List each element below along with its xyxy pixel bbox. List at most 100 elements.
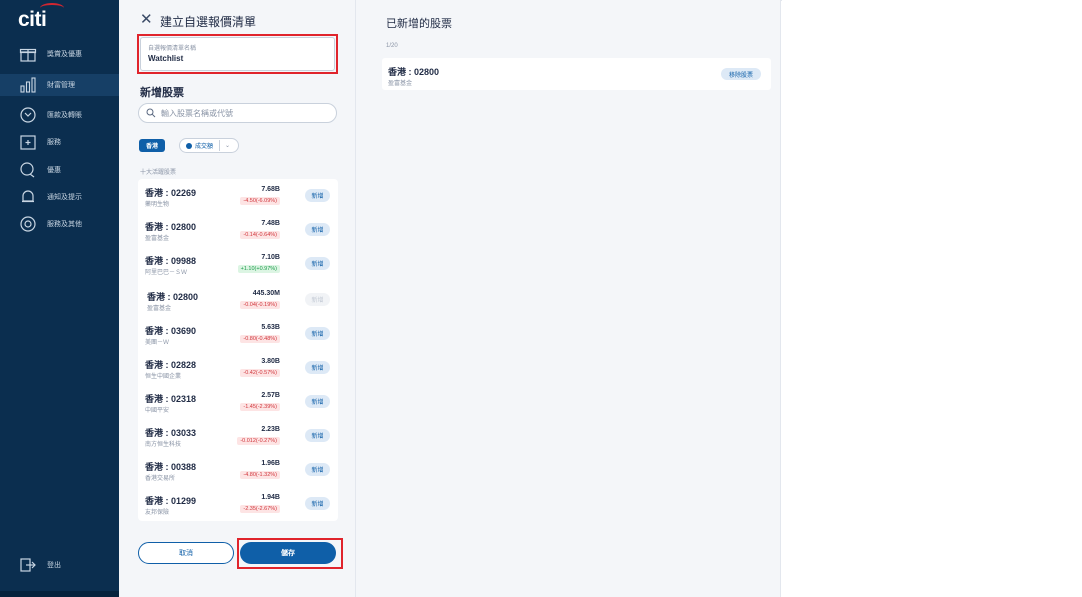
stock-name: 美團－Ｗ	[145, 340, 170, 346]
stock-name: 友邦保險	[145, 510, 170, 516]
sidebar-item-label: 獎賞及優惠	[47, 51, 82, 58]
list-item: 香港 : 01299 友邦保險 1.94B -2.35(-2.67%) 新增	[138, 487, 338, 521]
watchlist-name-field[interactable]: 自選報價清單名稱 Watchlist	[140, 37, 335, 71]
sidebar-item-label: 服務	[47, 139, 61, 146]
stock-volume: 5.63B	[261, 324, 280, 331]
list-item: 香港 : 03690 美團－Ｗ 5.63B -0.80(-0.48%) 新增	[138, 317, 338, 351]
sort-label: 成交額	[195, 144, 214, 150]
currency-icon	[19, 106, 37, 124]
stock-name: 阿里巴巴－ＳＷ	[145, 270, 188, 276]
chevron-down-icon: ⌄	[225, 143, 231, 149]
add-stock-button-disabled[interactable]: 新增	[305, 293, 330, 306]
sort-dropdown[interactable]: 成交額 ⌄	[179, 138, 239, 153]
save-button[interactable]: 儲存	[240, 542, 336, 564]
stock-change: +1.10(+0.97%)	[237, 265, 280, 273]
sidebar-item-offers[interactable]: 優惠	[0, 159, 119, 181]
stock-change: -4.80(-1.32%)	[240, 471, 280, 479]
stock-code: 香港 : 00388	[145, 462, 197, 472]
app-window: citi 獎賞及優惠 財富管理 匯款及轉賬 服務 優惠 通知及提示 服務及其他 …	[0, 0, 1082, 597]
logo-arc	[40, 3, 64, 13]
add-stock-button[interactable]: 新增	[305, 395, 330, 408]
chart-icon	[19, 76, 37, 94]
add-stock-button[interactable]: 新增	[305, 463, 330, 476]
stock-change: -0.80(-0.48%)	[240, 335, 280, 343]
add-stock-button[interactable]: 新增	[305, 223, 330, 236]
stock-name: 盈富基金	[145, 236, 170, 242]
search-icon	[146, 108, 156, 118]
stock-volume: 1.96B	[261, 460, 280, 467]
stock-volume: 7.10B	[261, 254, 280, 261]
add-stock-button[interactable]: 新增	[305, 327, 330, 340]
stock-code: 香港 : 02800	[147, 292, 199, 302]
stock-code: 香港 : 02318	[145, 394, 197, 404]
sidebar: citi 獎賞及優惠 財富管理 匯款及轉賬 服務 優惠 通知及提示 服務及其他 …	[0, 0, 119, 597]
stock-change: -0.42(-0.57%)	[240, 369, 280, 377]
list-item: 香港 : 02828 恒生中國企業 3.80B -0.42(-0.57%) 新增	[138, 351, 338, 385]
list-item: 香港 : 02318 中國平安 2.57B -1.45(-2.39%) 新增	[138, 385, 338, 419]
stock-code: 香港 : 02269	[145, 188, 197, 198]
close-icon[interactable]: ✕	[140, 12, 153, 27]
top-active-caption: 十大活躍股票	[140, 170, 177, 176]
cancel-button[interactable]: 取消	[138, 542, 234, 564]
stock-name: 中國平安	[145, 408, 170, 414]
stock-change: -0.04(-0.19%)	[240, 301, 280, 309]
sidebar-item-transfer[interactable]: 匯款及轉賬	[0, 104, 119, 126]
stock-volume: 2.23B	[261, 426, 280, 433]
gift-icon	[19, 45, 37, 63]
stock-volume: 445.30M	[252, 290, 280, 297]
stock-search-box[interactable]	[138, 103, 337, 123]
watchlist-name-value[interactable]: Watchlist	[148, 54, 327, 63]
list-item: 香港 : 02800 盈富基金 445.30M -0.04(-0.19%) 新增	[138, 283, 338, 317]
sidebar-item-label: 服務及其他	[47, 221, 82, 228]
added-stock-code: 香港 : 02800	[388, 67, 440, 77]
sidebar-item-label: 通知及提示	[47, 194, 82, 201]
search-input[interactable]	[161, 108, 321, 118]
stock-code: 香港 : 03033	[145, 428, 197, 438]
logout-label: 登出	[47, 562, 61, 569]
stock-volume: 3.80B	[261, 358, 280, 365]
add-stock-button[interactable]: 新增	[305, 429, 330, 442]
added-stock-item: 香港 : 02800 盈富基金 移除股票	[382, 58, 771, 90]
add-stock-button[interactable]: 新增	[305, 497, 330, 510]
list-item: 香港 : 02800 盈富基金 7.48B -0.14(-0.64%) 新增	[138, 213, 338, 247]
list-item: 香港 : 09988 阿里巴巴－ＳＷ 7.10B +1.10(+0.97%) 新…	[138, 247, 338, 281]
sidebar-item-notifications[interactable]: 通知及提示	[0, 186, 119, 208]
sidebar-item-label: 優惠	[47, 167, 61, 174]
add-stocks-heading: 新增股票	[140, 87, 184, 99]
stock-change: -4.50(-6.09%)	[240, 197, 280, 205]
remove-stock-button[interactable]: 移除股票	[721, 68, 761, 80]
stock-code: 香港 : 09988	[145, 256, 197, 266]
sidebar-item-rewards[interactable]: 獎賞及優惠	[0, 43, 119, 65]
logout-button[interactable]: 登出	[0, 554, 119, 576]
stock-change: -0.012(-0.27%)	[237, 437, 280, 445]
page-title: 建立自選報價清單	[160, 15, 257, 29]
add-stock-button[interactable]: 新增	[305, 257, 330, 270]
list-item: 香港 : 02269 藥明生物 7.68B -4.50(-6.09%) 新增	[138, 179, 338, 213]
sidebar-item-wealth[interactable]: 財富管理	[0, 74, 119, 96]
stock-volume: 7.68B	[261, 186, 280, 193]
sidebar-item-help[interactable]: 服務及其他	[0, 213, 119, 235]
added-stocks-count: 1/20	[386, 43, 398, 49]
stock-name: 盈富基金	[147, 306, 172, 312]
logout-icon	[19, 556, 37, 574]
bell-icon	[19, 188, 37, 206]
watchlist-name-label: 自選報價清單名稱	[148, 46, 197, 52]
add-stock-button[interactable]: 新增	[305, 361, 330, 374]
stock-name: 恒生中國企業	[145, 374, 182, 380]
stock-list: 香港 : 02269 藥明生物 7.68B -4.50(-6.09%) 新增 香…	[138, 179, 338, 521]
sidebar-item-services[interactable]: 服務	[0, 131, 119, 153]
stock-code: 香港 : 01299	[145, 496, 197, 506]
sidebar-item-label: 財富管理	[47, 82, 75, 89]
stock-volume: 7.48B	[261, 220, 280, 227]
stock-code: 香港 : 03690	[145, 326, 197, 336]
add-stock-button[interactable]: 新增	[305, 189, 330, 202]
stock-code: 香港 : 02828	[145, 360, 197, 370]
sort-icon	[186, 142, 192, 149]
stock-name: 南方恒生科技	[145, 442, 182, 448]
sidebar-item-label: 匯款及轉賬	[47, 112, 82, 119]
stock-volume: 2.57B	[261, 392, 280, 399]
market-tab-hk[interactable]: 香港	[139, 139, 165, 152]
stock-change: -2.35(-2.67%)	[240, 505, 280, 513]
added-stock-name: 盈富基金	[388, 81, 413, 87]
stock-code: 香港 : 02800	[145, 222, 197, 232]
